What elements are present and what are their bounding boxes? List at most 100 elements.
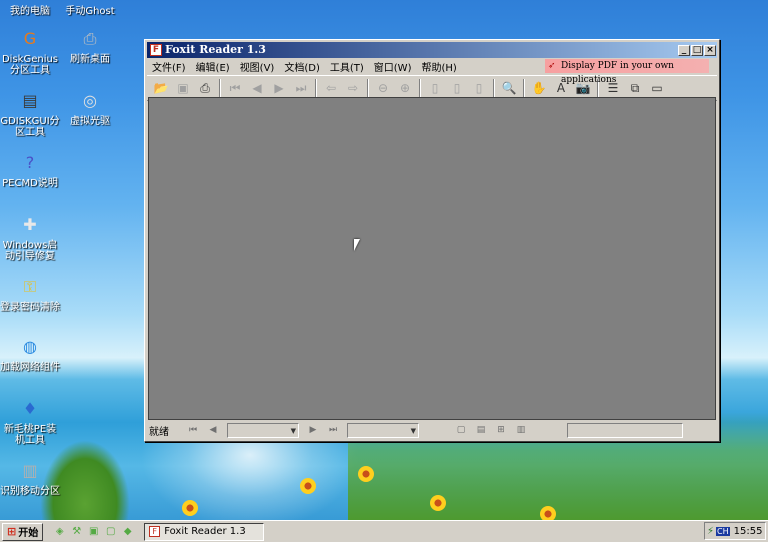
first-page-icon[interactable]: ⏮ [224,78,246,98]
status-first-page-icon[interactable]: ⏮ [185,423,201,437]
taskbar-item-foxit[interactable]: F Foxit Reader 1.3 [144,522,265,541]
back-icon[interactable]: ⇦ [320,78,342,98]
desktop-shortcut-icon: ♦ [22,399,38,418]
hand-tool-icon[interactable]: ✋ [528,78,550,98]
desktop-icon[interactable]: ? PECMD说明 [0,150,60,189]
taskbar: ⊞ 开始 ◈ ⚒ ▣ ▢ ◆ F Foxit Reader 1.3 ⚡ CH 1… [0,520,768,542]
desktop-shortcut-icon: ⚿ [23,277,37,296]
menu-window[interactable]: 窗口(W) [369,59,417,74]
desktop-icon[interactable]: ▥ 识别移动分区 [0,458,60,497]
mouse-cursor-icon [354,239,360,251]
zoom-in-icon[interactable]: ⊕ [394,78,416,98]
status-prev-page-icon[interactable]: ◀ [205,423,221,437]
desktop-icon-label: 登录密码清除 [0,302,60,313]
desktop-icon[interactable]: ✚ Windows启动引导修复 [0,212,60,262]
chevron-down-icon: ▼ [410,426,416,435]
status-bar: 就绪 ⏮ ◀ ▼ ▶ ⏭ ▼ ▢ ▤ ⊞ ▥ [147,421,717,439]
menu-file[interactable]: 文件(F) [147,59,191,74]
menu-edit[interactable]: 编辑(E) [191,59,235,74]
foxit-app-icon: F [150,44,162,56]
status-info-panel [567,422,683,438]
wallpaper-flower [300,478,316,494]
desktop-icon[interactable]: ⚿ 登录密码清除 [0,274,60,313]
desktop-shortcut-icon: ◍ [23,337,37,356]
zoom-combo[interactable]: ▼ [347,422,419,438]
menu-document[interactable]: 文档(D) [279,59,325,74]
menu-help[interactable]: 帮助(H) [416,59,461,74]
desktop-icon[interactable]: ◍ 加载网络组件 [0,334,60,373]
rocket-icon: ➶ [548,61,556,71]
windows-logo-icon: ⊞ [7,525,17,538]
status-next-page-icon[interactable]: ▶ [305,423,321,437]
single-page-icon[interactable]: ▢ [453,423,469,437]
fit-width-icon[interactable]: ▯ [468,78,490,98]
desktop-shortcut-icon: ◎ [83,91,97,110]
ime-indicator[interactable]: CH [716,526,730,536]
full-screen-icon[interactable]: ▭ [646,78,668,98]
quicklaunch-disk-icon[interactable]: ◈ [51,524,68,540]
next-page-icon[interactable]: ▶ [268,78,290,98]
desktop-icon-label: 识别移动分区 [0,486,60,497]
toolbar-separator [523,79,525,97]
desktop-icon-label: DiskGenius分区工具 [1,54,59,76]
minimize-button[interactable]: _ [678,44,690,56]
close-button[interactable]: × [704,44,716,56]
menu-view[interactable]: 视图(V) [235,59,280,74]
desktop-shortcut-icon: G [23,29,37,48]
quicklaunch-tool-icon[interactable]: ⚒ [68,524,85,540]
window-title: Foxit Reader 1.3 [165,43,266,56]
document-view-area[interactable] [148,97,716,420]
desktop-icon[interactable]: ◎ 虚拟光驱 [60,88,120,127]
desktop-icon[interactable]: ▭ 我的电脑 [0,0,60,17]
title-bar[interactable]: F Foxit Reader 1.3 _ □ × [147,42,717,58]
start-button[interactable]: ⊞ 开始 [2,522,44,541]
desktop-icon-label: 我的电脑 [10,6,50,17]
network-icon[interactable]: ⚡ [707,526,714,537]
foxit-app-icon: F [149,526,161,537]
continuous-facing-icon[interactable]: ▥ [513,423,529,437]
wallpaper-flower [182,500,198,516]
find-icon[interactable]: 🔍 [498,78,520,98]
ad-banner[interactable]: ➶ Display PDF in your own applications [545,59,709,85]
actual-size-icon[interactable]: ▯ [424,78,446,98]
chevron-down-icon: ▼ [290,426,296,435]
desktop-icon[interactable]: ▤ GDISKGUI分区工具 [0,88,60,138]
desktop-shortcut-icon: ✚ [23,215,37,234]
desktop-shortcut-icon: ◉ [77,0,103,4]
desktop-icon-label: 加载网络组件 [0,362,60,373]
taskbar-item-label: Foxit Reader 1.3 [164,526,246,537]
save-icon[interactable]: ▣ [172,78,194,98]
quicklaunch-eraser-icon[interactable]: ◆ [119,524,136,540]
print-icon[interactable]: ⎙ [194,78,216,98]
start-label: 开始 [18,528,39,539]
desktop-shortcut-icon: ▥ [22,461,38,480]
status-last-page-icon[interactable]: ⏭ [325,423,341,437]
desktop-icon[interactable]: G DiskGenius分区工具 [0,26,60,76]
desktop-icon[interactable]: ♦ 新毛桃PE装机工具 [0,396,60,446]
desktop-icon[interactable]: ⎙ 刷新桌面 [60,26,120,65]
facing-page-icon[interactable]: ⊞ [493,423,509,437]
desktop-icon[interactable]: ◉ 手动Ghost [60,0,120,17]
toolbar-separator [315,79,317,97]
desktop-icon-label: 手动Ghost [65,6,115,17]
prev-page-icon[interactable]: ◀ [246,78,268,98]
maximize-button[interactable]: □ [691,44,703,56]
wallpaper-flower [430,495,446,511]
quicklaunch-folder-icon[interactable]: ▣ [85,524,102,540]
toolbar-separator [219,79,221,97]
desktop-icon-label: 新毛桃PE装机工具 [3,424,57,446]
clock[interactable]: 15:55 [734,526,763,537]
continuous-page-icon[interactable]: ▤ [473,423,489,437]
fit-page-icon[interactable]: ▯ [446,78,468,98]
continuous-view-icon[interactable]: ⧉ [624,78,646,98]
system-tray: ⚡ CH 15:55 [704,522,766,540]
zoom-out-icon[interactable]: ⊖ [372,78,394,98]
last-page-icon[interactable]: ⏭ [290,78,312,98]
forward-icon[interactable]: ⇨ [342,78,364,98]
page-number-combo[interactable]: ▼ [227,422,299,438]
menu-tools[interactable]: 工具(T) [325,59,369,74]
toolbar-separator [367,79,369,97]
quicklaunch-screen-icon[interactable]: ▢ [102,524,119,540]
status-text: 就绪 [149,426,169,438]
open-icon[interactable]: 📂 [150,78,172,98]
